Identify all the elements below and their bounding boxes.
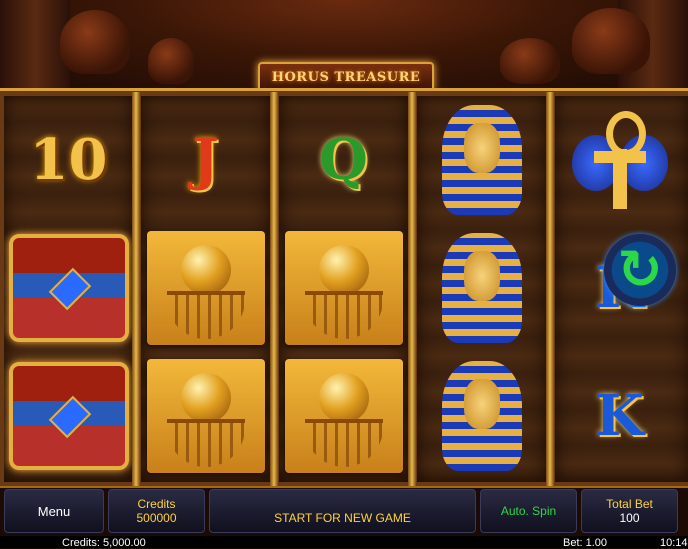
golden-orb-icon bbox=[284, 359, 403, 473]
symbol-pharaoh bbox=[417, 224, 546, 352]
symbol-treasure-chest bbox=[4, 224, 133, 352]
symbol-10: 10 bbox=[4, 96, 133, 224]
treasure-chest-icon bbox=[8, 362, 129, 470]
status-bar: Credits: 5,000.00 Bet: 1.00 10:14 bbox=[0, 536, 688, 549]
urn-right bbox=[572, 8, 650, 74]
urn-left-small bbox=[148, 38, 194, 84]
urn-right-small bbox=[500, 38, 560, 84]
symbol-winged-ankh bbox=[555, 96, 684, 224]
menu-button[interactable]: Menu bbox=[4, 489, 104, 533]
total-bet-label: Total Bet bbox=[606, 497, 653, 511]
start-button[interactable]: START FOR NEW GAME bbox=[209, 489, 476, 533]
symbol-q-glyph: Q bbox=[319, 127, 368, 193]
symbol-10-glyph: 10 bbox=[29, 127, 108, 193]
reel-separator bbox=[132, 92, 140, 486]
credits-label: Credits bbox=[137, 497, 176, 511]
symbol-pharaoh bbox=[417, 352, 546, 480]
symbol-k: K bbox=[555, 352, 684, 480]
symbol-q: Q bbox=[279, 96, 408, 224]
reel-separator bbox=[546, 92, 554, 486]
symbol-golden-orb bbox=[141, 352, 270, 480]
status-credits: Credits: 5,000.00 bbox=[62, 537, 146, 549]
total-bet-button[interactable]: Total Bet 100 bbox=[581, 489, 678, 533]
golden-orb-icon bbox=[284, 231, 403, 345]
status-time: 10:14 bbox=[660, 537, 688, 549]
pharaoh-mask-icon bbox=[434, 229, 530, 347]
golden-orb-icon bbox=[146, 359, 265, 473]
start-label: START FOR NEW GAME bbox=[274, 511, 411, 525]
symbol-golden-orb bbox=[279, 352, 408, 480]
winged-ankh-icon bbox=[571, 105, 668, 215]
reel-3: Q bbox=[279, 96, 408, 482]
refresh-arrows-icon[interactable]: ↻ bbox=[604, 234, 676, 306]
reel-separator bbox=[408, 92, 416, 486]
credits-display: Credits 500000 bbox=[108, 489, 205, 533]
symbol-k-glyph: K bbox=[595, 383, 644, 449]
symbol-j-glyph: J bbox=[192, 127, 219, 193]
golden-orb-icon bbox=[146, 231, 265, 345]
symbol-pharaoh bbox=[417, 96, 546, 224]
total-bet-value: 100 bbox=[619, 511, 640, 525]
reel-separator bbox=[270, 92, 278, 486]
reel-2: J bbox=[141, 96, 270, 482]
symbol-j: J bbox=[141, 96, 270, 224]
game-title: HORUS TREASURE bbox=[271, 69, 421, 85]
pharaoh-mask-icon bbox=[434, 101, 530, 219]
autospin-button[interactable]: Auto. Spin bbox=[480, 489, 577, 533]
reel-1: 10 bbox=[4, 96, 133, 482]
pharaoh-mask-icon bbox=[434, 357, 530, 475]
status-bet: Bet: 1.00 bbox=[563, 537, 608, 549]
autospin-label: Auto. Spin bbox=[500, 504, 557, 518]
symbol-treasure-chest bbox=[4, 352, 133, 480]
symbol-golden-orb bbox=[141, 224, 270, 352]
treasure-chest-icon bbox=[8, 234, 129, 342]
credits-value: 500000 bbox=[136, 511, 177, 525]
reel-4 bbox=[417, 96, 546, 482]
urn-left bbox=[60, 10, 130, 74]
menu-label: Menu bbox=[37, 503, 71, 519]
symbol-golden-orb bbox=[279, 224, 408, 352]
